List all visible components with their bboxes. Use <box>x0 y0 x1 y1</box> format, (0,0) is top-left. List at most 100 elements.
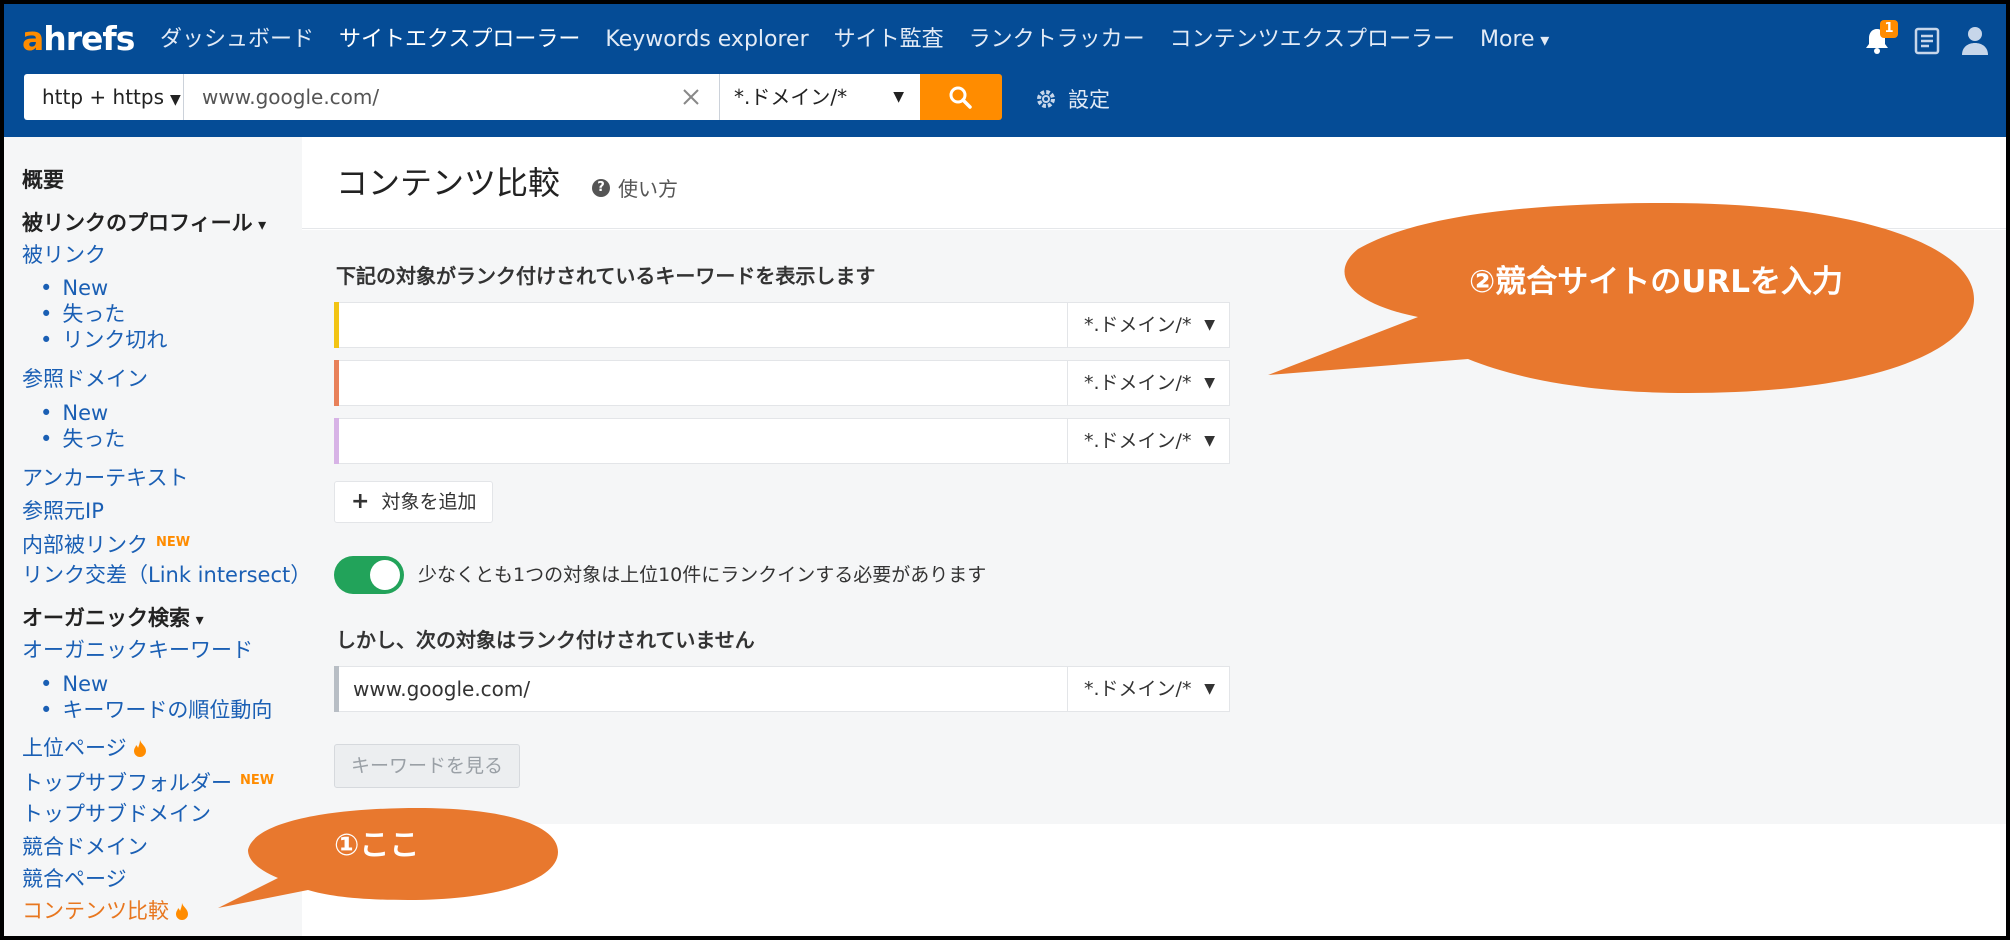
search-button[interactable] <box>920 74 1002 120</box>
nav-site-audit[interactable]: サイト監査 <box>834 22 944 59</box>
close-icon[interactable] <box>681 87 701 107</box>
screenshot-frame: ahrefs ダッシュボード サイトエクスプローラー Keywords expl… <box>4 4 2006 936</box>
sidebar-item-organic-keywords[interactable]: オーガニックキーワード <box>22 636 253 664</box>
sidebar-item-top-pages-label: 上位ページ <box>22 736 127 760</box>
sidebar-item-top-subfolders-label: トップサブフォルダー <box>22 771 232 795</box>
url-input[interactable]: www.google.com/ <box>184 74 720 120</box>
callout-2-text: ②競合サイトのURLを入力 <box>1468 264 1844 300</box>
sidebar-item-content-gap-label: コンテンツ比較 <box>22 899 169 923</box>
target-row: *.ドメイン/* ▼ <box>334 302 1230 348</box>
sidebar-item-top-subdomains[interactable]: トップサブドメイン <box>22 800 211 828</box>
sidebar-item-referring-domains-lost[interactable]: 失った <box>40 425 125 453</box>
toggle-knob <box>370 560 400 590</box>
plus-icon: + <box>351 489 370 514</box>
sidebar-item-keyword-movements[interactable]: キーワードの順位動向 <box>40 696 272 724</box>
sidebar-item-referring-ips[interactable]: 参照元IP <box>22 497 104 525</box>
target-row: *.ドメイン/* ▼ <box>334 418 1230 464</box>
settings-label: 設定 <box>1068 88 1110 112</box>
notes-icon[interactable] <box>1912 26 1942 56</box>
chevron-down-icon: ▼ <box>1204 433 1215 449</box>
chevron-down-icon: ▼ <box>170 92 181 108</box>
sidebar-item-link-intersect[interactable]: リンク交差（Link intersect） <box>22 561 311 589</box>
target-mode-select[interactable]: *.ドメイン/* ▼ <box>1067 419 1229 463</box>
sidebar-section-backlink-profile[interactable]: 被リンクのプロフィール <box>22 209 266 239</box>
help-label: 使い方 <box>618 177 678 201</box>
target-input[interactable] <box>353 303 1053 347</box>
sidebar-item-backlinks[interactable]: 被リンク <box>22 241 106 269</box>
help-link[interactable]: ? 使い方 <box>592 173 678 202</box>
add-target-button[interactable]: + 対象を追加 <box>334 481 494 523</box>
mode-select[interactable]: *.ドメイン/* ▼ <box>720 74 920 120</box>
target-mode-value: *.ドメイン/* <box>1084 430 1192 452</box>
fire-icon <box>176 903 188 920</box>
mode-value: *.ドメイン/* <box>734 85 848 109</box>
new-badge: NEW <box>156 535 191 550</box>
exclude-mode-select[interactable]: *.ドメイン/* ▼ <box>1067 667 1229 711</box>
sidebar-item-organic-keywords-new[interactable]: New <box>40 670 108 698</box>
nav-dashboard[interactable]: ダッシュボード <box>160 22 314 59</box>
protocol-value: http + https <box>42 85 165 109</box>
chevron-down-icon: ▼ <box>1204 681 1215 697</box>
top-navigation-bar: ahrefs ダッシュボード サイトエクスプローラー Keywords expl… <box>4 4 2006 137</box>
nav-content-explorer[interactable]: コンテンツエクスプローラー <box>1170 22 1455 59</box>
exclude-color-stripe <box>334 666 339 712</box>
sidebar-item-backlinks-new[interactable]: New <box>40 274 108 302</box>
view-keywords-button[interactable]: キーワードを見る <box>334 744 521 788</box>
target-input[interactable] <box>353 361 1053 405</box>
sidebar-item-broken-links[interactable]: リンク切れ <box>40 326 167 354</box>
new-badge: NEW <box>240 773 275 788</box>
target-mode-select[interactable]: *.ドメイン/* ▼ <box>1067 361 1229 405</box>
target-mode-select[interactable]: *.ドメイン/* ▼ <box>1067 303 1229 347</box>
top10-toggle-label: 少なくとも1つの対象は上位10件にランクインする必要があります <box>418 564 987 586</box>
targets-label: 下記の対象がランク付けされているキーワードを表示します <box>336 264 876 288</box>
nav-more[interactable]: More <box>1480 22 1549 59</box>
target-mode-value: *.ドメイン/* <box>1084 372 1192 394</box>
nav-site-explorer[interactable]: サイトエクスプローラー <box>339 22 580 59</box>
main-nav: ダッシュボード サイトエクスプローラー Keywords explorer サイ… <box>160 22 1549 59</box>
chevron-down-icon: ▼ <box>1204 317 1215 333</box>
search-icon <box>949 86 972 109</box>
logo-accent: a <box>22 19 44 58</box>
question-icon: ? <box>592 178 610 197</box>
ahrefs-logo[interactable]: ahrefs <box>22 16 135 62</box>
fire-icon <box>133 740 146 757</box>
sidebar-item-content-gap[interactable]: コンテンツ比較 <box>22 897 189 925</box>
user-icon[interactable] <box>1960 24 1990 56</box>
sidebar-item-internal-backlinks[interactable]: 内部被リンク NEW <box>22 529 190 559</box>
sidebar-item-internal-backlinks-label: 内部被リンク <box>22 533 148 557</box>
exclude-label: しかし、次の対象はランク付けされていません <box>336 628 755 652</box>
chevron-down-icon: ▼ <box>893 89 904 105</box>
target-color-stripe <box>334 360 339 406</box>
search-bar: http + https ▼ www.google.com/ *.ドメイン/* ▼ <box>24 74 1002 120</box>
sidebar-item-anchors[interactable]: アンカーテキスト <box>22 464 189 492</box>
exclude-mode-value: *.ドメイン/* <box>1084 678 1192 700</box>
target-row: *.ドメイン/* ▼ <box>334 360 1230 406</box>
sidebar-item-overview[interactable]: 概要 <box>22 166 64 194</box>
exclude-row: www.google.com/ *.ドメイン/* ▼ <box>334 666 1230 712</box>
gear-icon <box>1037 90 1055 108</box>
logo-text: hrefs <box>43 19 135 58</box>
exclude-input[interactable]: www.google.com/ <box>353 667 530 711</box>
nav-rank-tracker[interactable]: ランクトラッカー <box>969 22 1145 59</box>
callout-1-text: ①ここ <box>334 828 420 863</box>
url-value: www.google.com/ <box>202 85 380 109</box>
add-target-label: 対象を追加 <box>381 491 477 513</box>
sidebar-item-referring-domains-new[interactable]: New <box>40 399 108 427</box>
target-color-stripe <box>334 418 339 464</box>
chevron-down-icon: ▼ <box>1204 375 1215 391</box>
sidebar-item-backlinks-lost[interactable]: 失った <box>40 300 125 328</box>
sidebar-item-top-subfolders[interactable]: トップサブフォルダー NEW <box>22 767 274 797</box>
sidebar-item-competing-domains[interactable]: 競合ドメイン <box>22 833 148 861</box>
target-mode-value: *.ドメイン/* <box>1084 314 1192 336</box>
protocol-select[interactable]: http + https ▼ <box>24 74 184 120</box>
settings-link[interactable]: 設定 <box>1034 84 1110 114</box>
sidebar-item-top-pages[interactable]: 上位ページ <box>22 734 147 762</box>
nav-keywords-explorer[interactable]: Keywords explorer <box>605 22 808 59</box>
sidebar-item-competing-pages[interactable]: 競合ページ <box>22 865 127 893</box>
top10-toggle[interactable] <box>334 556 404 594</box>
sidebar-item-referring-domains[interactable]: 参照ドメイン <box>22 365 148 393</box>
sidebar-section-organic-search[interactable]: オーガニック検索 <box>22 604 204 634</box>
target-input[interactable] <box>353 419 1053 463</box>
page-title: コンテンツ比較 <box>336 164 561 202</box>
target-color-stripe <box>334 302 339 348</box>
